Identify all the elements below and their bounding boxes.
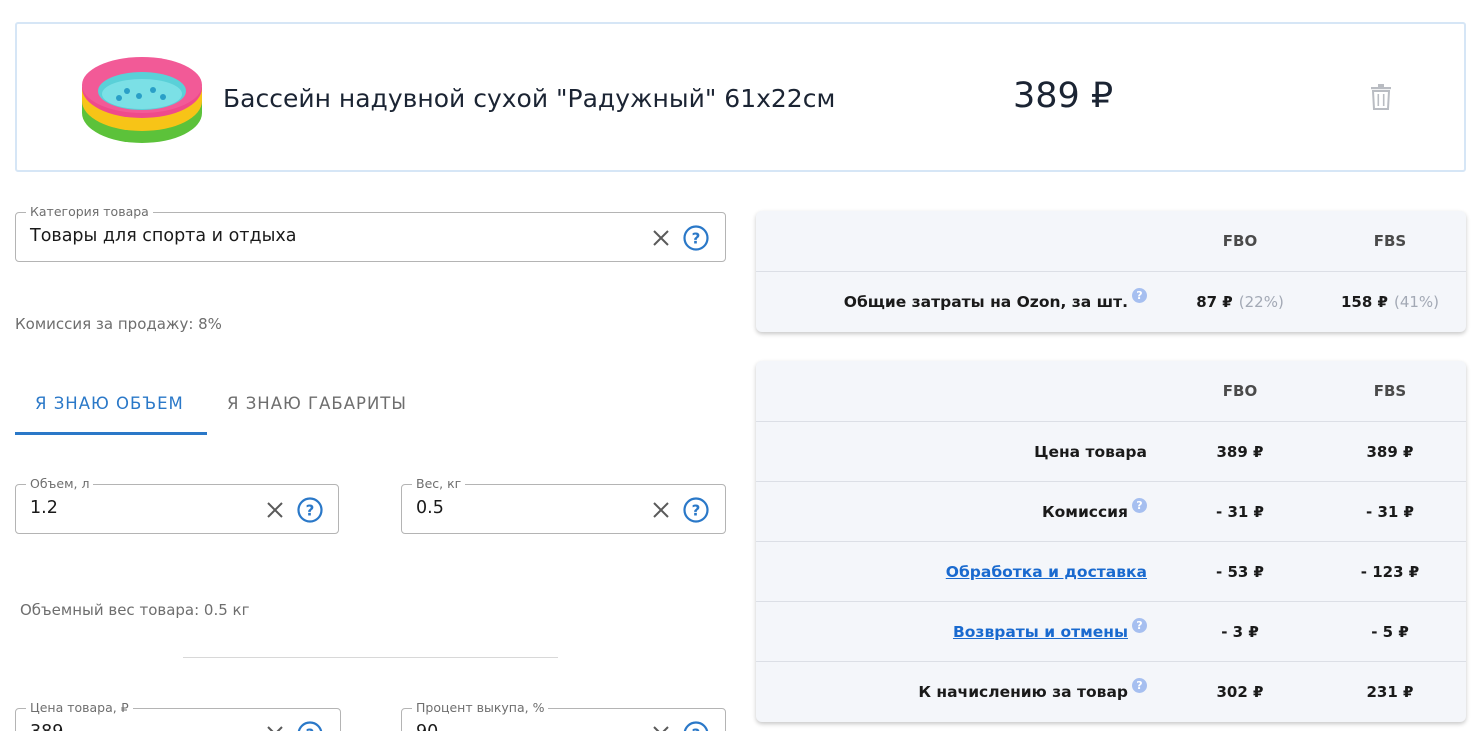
svg-text:?: ?: [692, 230, 701, 248]
detail-table: FBO FBS Цена товара 389 ₽ 389 ₽ Комиссия…: [756, 361, 1466, 722]
processing-delivery-link[interactable]: Обработка и доставка: [946, 542, 1147, 602]
help-icon[interactable]: ?: [297, 497, 323, 523]
weight-value[interactable]: 0.5: [416, 498, 444, 518]
fbo-value: 87 ₽ (22%): [1196, 293, 1284, 311]
help-icon[interactable]: ?: [683, 225, 709, 251]
price-field-label: Цена товара, ₽: [26, 700, 133, 716]
column-header-fbs: FBS: [1373, 382, 1407, 400]
fbo-value: 389 ₽: [1216, 443, 1264, 461]
help-icon[interactable]: ?: [683, 497, 709, 523]
trash-icon[interactable]: [1370, 84, 1392, 110]
buyout-value[interactable]: 90: [416, 722, 438, 731]
volume-field[interactable]: Объем, л 1.2 ?: [15, 476, 339, 534]
clear-icon[interactable]: [652, 501, 670, 519]
table-header-row: FBO FBS: [756, 211, 1466, 271]
help-icon[interactable]: ?: [683, 721, 709, 731]
column-header-fbo: FBO: [1222, 382, 1258, 400]
tab-know-volume[interactable]: Я ЗНАЮ ОБЪЕМ: [35, 394, 184, 413]
help-icon[interactable]: ?: [1132, 618, 1147, 633]
clear-icon[interactable]: [266, 501, 284, 519]
svg-text:?: ?: [306, 502, 315, 520]
help-icon[interactable]: ?: [1132, 678, 1147, 693]
table-row: К начислению за товар? 302 ₽ 231 ₽: [756, 661, 1466, 721]
table-row: Цена товара 389 ₽ 389 ₽: [756, 421, 1466, 481]
product-price: 389 ₽: [1013, 76, 1114, 116]
help-icon[interactable]: ?: [1132, 498, 1147, 513]
fbo-value: - 53 ₽: [1216, 563, 1264, 581]
row-label-price: Цена товара: [1034, 443, 1147, 461]
row-label-commission: Комиссия?: [1042, 482, 1147, 542]
row-label-returns: Возвраты и отмены?: [953, 602, 1147, 662]
fbs-value: - 123 ₽: [1360, 563, 1420, 581]
fbs-value: - 31 ₽: [1366, 503, 1414, 521]
buyout-field-label: Процент выкупа, %: [412, 700, 549, 716]
category-field[interactable]: Категория товара Товары для спорта и отд…: [15, 204, 726, 262]
svg-text:?: ?: [692, 502, 701, 520]
table-row: Возвраты и отмены? - 3 ₽ - 5 ₽: [756, 601, 1466, 661]
column-header-fbo: FBO: [1222, 232, 1258, 250]
summary-table: FBO FBS Общие затраты на Ozon, за шт.? 8…: [756, 211, 1466, 332]
volume-field-label: Объем, л: [26, 476, 94, 492]
inflatable-pool-image: [82, 57, 202, 143]
fbs-value: 389 ₽: [1366, 443, 1414, 461]
table-header-row: FBO FBS: [756, 361, 1466, 421]
price-value[interactable]: 389: [30, 722, 63, 731]
table-row: Общие затраты на Ozon, за шт.? 87 ₽ (22%)…: [756, 271, 1466, 331]
svg-text:?: ?: [306, 726, 315, 731]
weight-field-label: Вес, кг: [412, 476, 466, 492]
fbo-value: - 3 ₽: [1221, 623, 1259, 641]
fbo-value: 302 ₽: [1216, 683, 1264, 701]
table-row: Комиссия? - 31 ₽ - 31 ₽: [756, 481, 1466, 541]
clear-icon[interactable]: [652, 725, 670, 731]
category-value[interactable]: Товары для спорта и отдыха: [30, 226, 297, 246]
column-header-fbs: FBS: [1373, 232, 1407, 250]
row-label-payout: К начислению за товар?: [918, 662, 1147, 722]
fbs-value: - 5 ₽: [1371, 623, 1409, 641]
volume-value[interactable]: 1.2: [30, 498, 58, 518]
row-label: Общие затраты на Ozon, за шт.?: [844, 272, 1147, 332]
buyout-field[interactable]: Процент выкупа, % 90 ?: [401, 700, 726, 731]
returns-cancellations-link[interactable]: Возвраты и отмены: [953, 623, 1128, 641]
fbo-value: - 31 ₽: [1216, 503, 1264, 521]
table-row: Обработка и доставка - 53 ₽ - 123 ₽: [756, 541, 1466, 601]
help-icon[interactable]: ?: [297, 721, 323, 731]
tab-indicator: [15, 432, 207, 435]
help-icon[interactable]: ?: [1132, 288, 1147, 303]
price-field[interactable]: Цена товара, ₽ 389 ?: [15, 700, 341, 731]
product-card: Бассейн надувной сухой "Радужный" 61х22с…: [15, 22, 1466, 172]
svg-text:?: ?: [692, 726, 701, 731]
weight-field[interactable]: Вес, кг 0.5 ?: [401, 476, 726, 534]
clear-icon[interactable]: [652, 229, 670, 247]
fbs-value: 158 ₽ (41%): [1340, 293, 1440, 311]
product-name: Бассейн надувной сухой "Радужный" 61х22с…: [223, 84, 836, 113]
divider: [183, 657, 558, 658]
commission-text: Комиссия за продажу: 8%: [15, 315, 222, 333]
volumetric-weight-text: Объемный вес товара: 0.5 кг: [20, 601, 250, 619]
category-field-label: Категория товара: [26, 204, 153, 220]
fbs-value: 231 ₽: [1366, 683, 1414, 701]
tab-know-dimensions[interactable]: Я ЗНАЮ ГАБАРИТЫ: [227, 394, 407, 413]
clear-icon[interactable]: [266, 725, 284, 731]
